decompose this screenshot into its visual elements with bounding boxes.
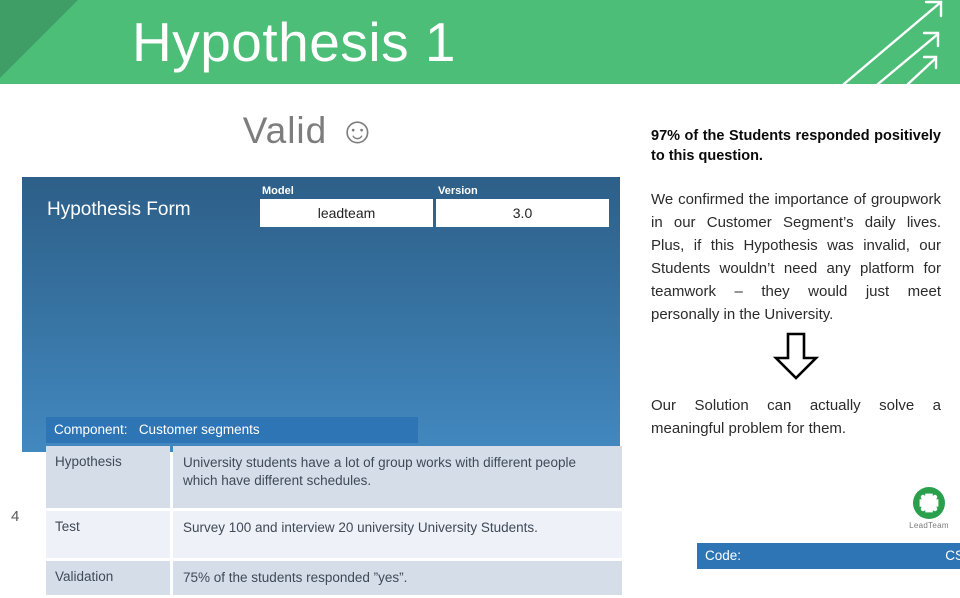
header-banner: Hypothesis 1 (0, 0, 960, 84)
arrow-down-outline-icon (772, 332, 820, 380)
table-row: Test Survey 100 and interview 20 univers… (46, 511, 622, 558)
row-label: Test (46, 511, 170, 558)
row-value: Survey 100 and interview 20 university U… (173, 511, 622, 558)
component-value: Customer segments (138, 422, 260, 437)
hypothesis-form-card: Hypothesis Form Model leadteam Version 3… (22, 177, 960, 595)
model-label: Model (262, 185, 294, 197)
row-label: Hypothesis (46, 446, 170, 508)
row-value: 75% of the students responded ”yes”. (173, 561, 622, 595)
analysis-paragraph: We confirmed the importance of groupwork… (651, 191, 941, 323)
three-diagonal-arrows-icon (842, 0, 943, 84)
highlight-statistic: 97% of the Students responded positively… (651, 128, 941, 164)
model-field-group: Model leadteam (260, 185, 433, 227)
corner-triangle-decoration (0, 0, 78, 78)
page-title: Hypothesis 1 (132, 11, 456, 73)
model-input[interactable]: leadteam (260, 199, 433, 227)
component-label: Component: (54, 422, 128, 437)
page-number: 4 (11, 508, 20, 525)
code-cell: Code: CS01 (697, 543, 960, 569)
table-row: Hypothesis University students have a lo… (46, 446, 622, 508)
row-label: Validation (46, 561, 170, 595)
table-row: Validation 75% of the students responded… (46, 561, 622, 595)
slide: Hypothesis 1 Valid ☺ Hypothesis Form Mod… (0, 0, 960, 595)
code-value: CS01 (945, 548, 960, 563)
version-label: Version (438, 185, 478, 197)
conclusion-paragraph: Our Solution can actually solve a meanin… (651, 397, 941, 437)
component-cell: Component: Customer segments (46, 417, 418, 443)
hypothesis-table: Hypothesis University students have a lo… (46, 446, 622, 598)
component-code-row: Component: Customer segments Code: CS01 (46, 417, 960, 569)
form-title: Hypothesis Form (47, 199, 191, 220)
commentary-panel: 97% of the Students responded positively… (651, 126, 941, 440)
logo: LeadTeam (900, 486, 958, 536)
form-header: Hypothesis Form Model leadteam Version 3… (22, 177, 620, 239)
leadteam-puzzle-circle-icon (913, 487, 945, 519)
version-input[interactable]: 3.0 (436, 199, 609, 227)
code-label: Code: (705, 548, 742, 563)
version-field-group: Version 3.0 (436, 185, 609, 227)
validation-status-label: Valid ☺ (242, 110, 378, 151)
row-value: University students have a lot of group … (173, 446, 622, 508)
logo-text: LeadTeam (909, 521, 949, 530)
